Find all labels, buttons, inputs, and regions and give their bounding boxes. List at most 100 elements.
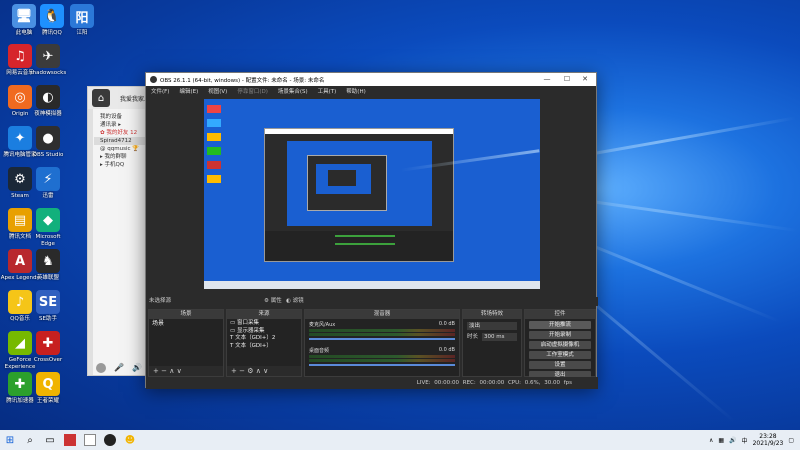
preview-taskbar <box>204 281 540 289</box>
filters-button[interactable]: ◐ 滤镜 <box>286 297 304 306</box>
source-toolbar: 未选择源 ⚙ 属性 ◐ 滤镜 <box>146 297 598 306</box>
rec-status: REC: 00:00:00 <box>462 380 505 386</box>
controls-header: 控件 <box>525 310 595 319</box>
app-icon: ◆ <box>36 208 60 232</box>
menu-docks[interactable]: 停靠窗口(D) <box>237 87 268 95</box>
taskbar-app-icon[interactable] <box>80 430 100 450</box>
desktop-icon[interactable]: ⚡ 迅雷 <box>28 167 68 200</box>
source-item[interactable]: ▭ 窗口采集 <box>230 320 298 328</box>
transition-select[interactable]: 淡出 <box>467 322 517 330</box>
source-item[interactable]: ▭ 显示器采集 <box>230 328 298 336</box>
up-icon[interactable]: ∧ <box>169 367 174 375</box>
transitions-header: 转场特效 <box>463 310 521 319</box>
obs-titlebar[interactable]: OBS 26.1.1 (64-bit, windows) - 配置文件: 未命名… <box>146 73 596 86</box>
start-recording-button[interactable]: 开始录制 <box>529 331 591 339</box>
task-view-icon[interactable]: ▭ <box>40 430 60 450</box>
taskbar-app-icon[interactable]: ☻ <box>120 430 140 450</box>
scenes-dock: 场景 场景 + − ∧ ∨ <box>148 309 224 377</box>
obs-window[interactable]: OBS 26.1.1 (64-bit, windows) - 配置文件: 未命名… <box>145 72 598 389</box>
start-virtual-camera-button[interactable]: 启动虚拟摄像机 <box>529 341 591 349</box>
track-db: 0.0 dB <box>438 321 455 327</box>
taskbar-app-icon[interactable] <box>60 430 80 450</box>
desktop-icon[interactable]: ✈ shadowsocks <box>28 44 68 77</box>
volume-meter <box>309 355 455 358</box>
status-bar: LIVE: 00:00:00 REC: 00:00:00 CPU: 0.6%, … <box>146 377 598 389</box>
taskbar: ⊞ ⌕ ▭ ☻ ∧ ▦ 🔊 中 23:28 2021/9/23 ▢ <box>0 430 800 450</box>
source-item[interactable]: T 文本（GDI+） <box>230 343 298 351</box>
desktop-icon[interactable]: Q 王者荣耀 <box>28 372 68 405</box>
clock[interactable]: 23:28 2021/9/23 <box>753 433 784 447</box>
controls-dock: 控件 开始推流 开始录制 启动虚拟摄像机 工作室模式 设置 退出 <box>524 309 596 379</box>
duration-field[interactable]: 300 ms <box>482 333 517 341</box>
menu-file[interactable]: 文件(F) <box>151 87 169 95</box>
track-db: 0.0 dB <box>438 347 455 353</box>
desktop-icon-label: shadowsocks <box>29 70 67 76</box>
gear-icon[interactable]: ⚙ <box>247 367 253 375</box>
mixer-track: 麦克风/Aux 0.0 dB <box>305 319 459 340</box>
scene-item[interactable]: 场景 <box>149 319 223 328</box>
preview-nested-obs <box>264 128 454 262</box>
avatar[interactable] <box>96 363 106 373</box>
app-icon: SE <box>36 290 60 314</box>
volume-slider[interactable] <box>309 364 455 366</box>
menu-view[interactable]: 视图(V) <box>208 87 227 95</box>
desktop-icon[interactable]: SE SE助手 <box>28 290 68 323</box>
clock-date: 2021/9/23 <box>752 440 784 447</box>
properties-button[interactable]: ⚙ 属性 <box>264 297 282 306</box>
app-icon: ◐ <box>36 85 60 109</box>
sources-list: ▭ 窗口采集 ▭ 显示器采集 T 文本（GDI+）2 T 文本（GDI+） <box>227 319 301 351</box>
mixer-track: 桌面音频 0.0 dB <box>305 342 459 366</box>
settings-button[interactable]: 设置 <box>529 361 591 369</box>
close-icon[interactable]: ✕ <box>576 73 594 86</box>
app-icon: 🐧 <box>40 4 64 28</box>
microphone-icon[interactable]: 🎤 <box>114 363 124 373</box>
obs-taskbar-icon[interactable] <box>100 430 120 450</box>
start-streaming-button[interactable]: 开始推流 <box>529 321 591 329</box>
add-icon[interactable]: + <box>153 367 159 375</box>
windows-start-icon[interactable]: ⊞ <box>0 430 20 450</box>
no-source-label: 未选择源 <box>149 298 172 304</box>
desktop-icon[interactable]: ♞ 英雄联盟 <box>28 249 68 282</box>
desktop-icon[interactable]: ◐ 夜神模拟器 <box>28 85 68 118</box>
search-icon[interactable]: ⌕ <box>20 430 40 450</box>
preview-canvas[interactable] <box>204 99 540 289</box>
menu-edit[interactable]: 编辑(E) <box>179 87 198 95</box>
network-icon[interactable]: ▦ <box>718 437 724 444</box>
ime-icon[interactable]: 中 <box>742 436 748 445</box>
menu-help[interactable]: 帮助(H) <box>346 87 365 95</box>
studio-mode-button[interactable]: 工作室模式 <box>529 351 591 359</box>
desktop-icon[interactable]: ● OBS Studio <box>28 126 68 159</box>
chevron-up-icon[interactable]: ∧ <box>709 437 713 444</box>
home-icon[interactable]: ⌂ <box>92 89 110 107</box>
menu-tools[interactable]: 工具(T) <box>318 87 337 95</box>
speaker-icon[interactable]: 🔊 <box>132 363 142 373</box>
source-item[interactable]: T 文本（GDI+）2 <box>230 335 298 343</box>
app-icon: ⚡ <box>36 167 60 191</box>
down-icon[interactable]: ∨ <box>263 367 268 375</box>
volume-meter <box>309 333 455 336</box>
volume-slider[interactable] <box>309 338 455 340</box>
track-name: 麦克风/Aux <box>309 322 336 328</box>
remove-icon[interactable]: − <box>161 367 167 375</box>
window-title: OBS 26.1.1 (64-bit, windows) - 配置文件: 未命名… <box>160 77 325 84</box>
up-icon[interactable]: ∧ <box>256 367 261 375</box>
preview-desktop-icons <box>204 99 224 289</box>
scenes-header: 场景 <box>149 310 223 319</box>
desktop-icon[interactable]: ◆ Microsoft Edge <box>28 208 68 248</box>
add-icon[interactable]: + <box>231 367 237 375</box>
down-icon[interactable]: ∨ <box>177 367 182 375</box>
desktop-icon-label: 夜神模拟器 <box>34 111 62 117</box>
speaker-icon[interactable]: 🔊 <box>729 437 736 444</box>
notification-icon[interactable]: ▢ <box>788 437 794 444</box>
menu-scene-collection[interactable]: 场景集合(S) <box>278 87 308 95</box>
minimize-icon[interactable]: — <box>538 73 556 86</box>
maximize-icon[interactable]: ☐ <box>558 73 576 86</box>
clock-time: 23:28 <box>759 433 777 440</box>
desktop-icon[interactable]: ✚ CrossOver <box>28 331 68 364</box>
remove-icon[interactable]: − <box>239 367 245 375</box>
desktop-icon[interactable]: 阳江阳 <box>62 4 102 37</box>
desktop-icon-label: 江阳 <box>76 30 88 36</box>
desktop-icon-label: 英雄联盟 <box>36 275 59 281</box>
desktop-icon-label: OBS Studio <box>32 152 64 158</box>
cpu-status: CPU: 0.6%, 30.00 fps <box>507 380 572 386</box>
